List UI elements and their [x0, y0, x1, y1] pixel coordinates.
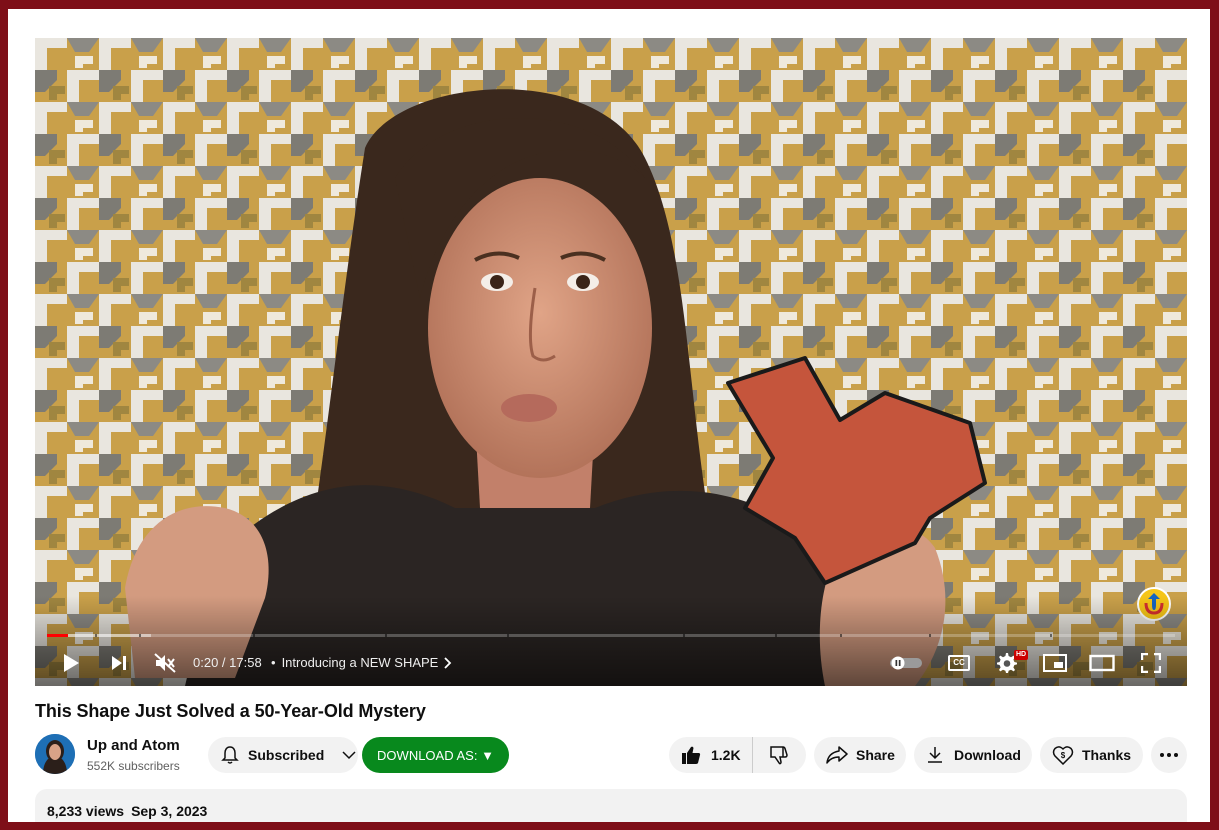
fullscreen-icon [1141, 653, 1161, 673]
more-actions-button[interactable] [1151, 737, 1187, 773]
chapter-marker [253, 634, 255, 637]
video-frame [35, 38, 1187, 686]
theater-mode-button[interactable] [1087, 646, 1117, 680]
mute-button[interactable] [151, 646, 179, 680]
chapter-button[interactable]: • Introducing a NEW SHAPE [271, 646, 452, 680]
theater-icon [1089, 654, 1115, 672]
captions-icon: CC [948, 655, 970, 671]
thanks-heart-icon: $ [1052, 746, 1074, 765]
autoplay-toggle[interactable] [889, 646, 923, 680]
download-label: Download [954, 747, 1021, 763]
play-icon [64, 654, 79, 672]
subscriber-count: 552K subscribers [87, 759, 180, 773]
chapter-bullet: • [271, 655, 276, 670]
bell-icon [221, 746, 239, 764]
page: 0:20 / 17:58 • Introducing a NEW SHAPE C… [8, 9, 1210, 822]
chapter-marker [507, 634, 509, 637]
share-icon [826, 746, 848, 764]
like-button[interactable]: 1.2K [669, 737, 753, 773]
duration: 17:58 [229, 655, 262, 670]
time-display: 0:20 / 17:58 [193, 646, 262, 680]
chapter-marker [775, 634, 777, 637]
chapter-marker [1050, 634, 1052, 637]
chevron-right-icon [444, 657, 452, 669]
view-count: 8,233 views [47, 803, 125, 819]
thumbs-up-icon [682, 746, 701, 764]
like-count: 1.2K [711, 747, 741, 763]
like-dislike-group: 1.2K [669, 737, 806, 773]
video-title: This Shape Just Solved a 50-Year-Old Mys… [35, 701, 426, 721]
channel-avatar[interactable] [35, 734, 75, 774]
video-player[interactable]: 0:20 / 17:58 • Introducing a NEW SHAPE C… [35, 38, 1187, 686]
share-button[interactable]: Share [814, 737, 906, 773]
svg-text:$: $ [1061, 751, 1066, 760]
autoplay-toggle-icon [890, 656, 922, 670]
thanks-button[interactable]: $ Thanks [1040, 737, 1143, 773]
dislike-button[interactable] [753, 737, 805, 773]
volume-muted-icon [154, 653, 176, 673]
progress-played [47, 634, 68, 637]
chapter-title: Introducing a NEW SHAPE [281, 655, 439, 670]
channel-name[interactable]: Up and Atom [87, 737, 180, 754]
description-box[interactable]: 8,233 views Sep 3, 2023 [35, 789, 1187, 822]
subscribed-label: Subscribed [248, 747, 325, 763]
chapter-marker [840, 634, 842, 637]
thanks-label: Thanks [1082, 747, 1132, 763]
share-label: Share [856, 747, 895, 763]
fullscreen-button[interactable] [1137, 646, 1165, 680]
hd-badge: HD [1014, 650, 1029, 660]
download-icon [928, 747, 942, 763]
download-as-button[interactable]: DOWNLOAD AS: ▼ [362, 737, 509, 773]
chapter-marker [929, 634, 931, 637]
chapter-marker [139, 634, 141, 637]
chapter-marker [385, 634, 387, 637]
chapter-marker [95, 634, 97, 637]
time-separator: / [218, 655, 230, 670]
more-horizontal-icon [1160, 753, 1178, 757]
miniplayer-icon [1043, 654, 1067, 672]
next-icon [112, 656, 126, 670]
miniplayer-button[interactable] [1041, 646, 1069, 680]
captions-button[interactable]: CC [945, 646, 973, 680]
upload-date: Sep 3, 2023 [131, 803, 208, 819]
next-button[interactable] [105, 646, 133, 680]
subscribed-button[interactable]: Subscribed [208, 737, 358, 773]
download-button[interactable]: Download [914, 737, 1032, 773]
owner-action-row: Up and Atom 552K subscribers Subscribed … [35, 734, 1187, 774]
progress-bar[interactable] [47, 634, 1175, 637]
description-meta: 8,233 views Sep 3, 2023 [47, 803, 214, 819]
current-time: 0:20 [193, 655, 219, 670]
chevron-down-icon [342, 751, 356, 760]
play-button[interactable] [57, 646, 85, 680]
thumbs-down-icon [770, 746, 788, 765]
chapter-marker [683, 634, 685, 637]
